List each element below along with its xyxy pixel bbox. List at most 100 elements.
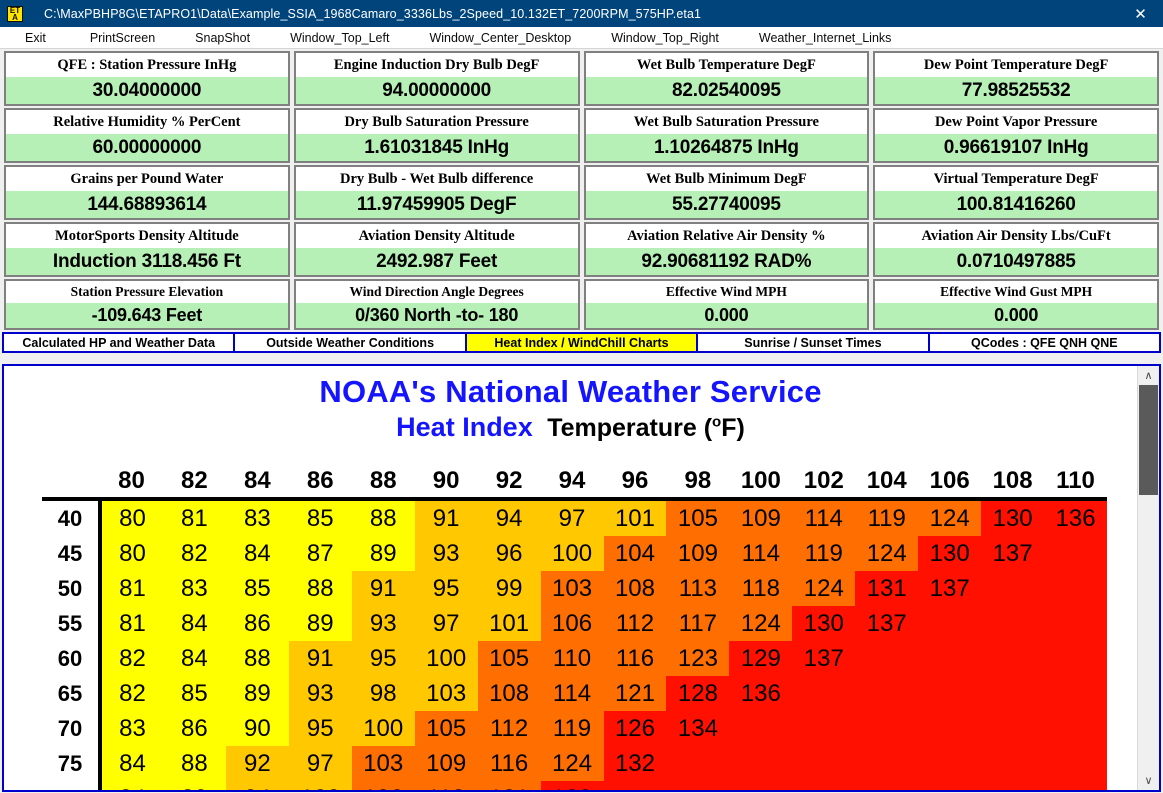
- column-header-temperature: 94: [540, 464, 604, 501]
- readout-value: 1.10264875 InHg: [585, 134, 868, 161]
- heat-index-cell: 81: [100, 606, 163, 641]
- heat-index-cell: 103: [351, 746, 415, 781]
- heat-index-cell: [855, 746, 919, 781]
- readout-engine-induction-dry-bulb: Engine Induction Dry Bulb DegF 94.000000…: [293, 51, 580, 106]
- readout-wind-direction-angle: Wind Direction Angle Degrees 0/360 North…: [293, 279, 580, 330]
- heat-index-header-row: 80 82 84 86 88 90 92 94 96 98 100 102 104 106 108 110: [42, 464, 1107, 501]
- heat-index-cell: 91: [414, 499, 478, 536]
- readout-label: Effective Wind MPH: [585, 281, 868, 303]
- heat-index-cell: 136: [729, 676, 793, 711]
- row-header-humidity: 50: [42, 571, 102, 606]
- heat-index-cell: [855, 711, 919, 746]
- menu-item-snapshot[interactable]: SnapShot: [195, 31, 250, 45]
- readout-label: Relative Humidity % PerCent: [6, 110, 288, 134]
- chart-subtitle-heat-index: Heat Index: [396, 412, 533, 442]
- menu-item-window-top-left[interactable]: Window_Top_Left: [290, 31, 389, 45]
- heat-index-cell: 105: [477, 641, 541, 676]
- heat-index-cell: 94: [477, 499, 541, 536]
- heat-index-cell: 126: [603, 711, 667, 746]
- readout-label: Aviation Air Density Lbs/CuFt: [875, 224, 1157, 248]
- readout-grains-per-pound-water: Grains per Pound Water 144.68893614: [4, 165, 290, 220]
- heat-index-row: 75 84 88 92 97 103 109 116 124 132: [42, 746, 1107, 781]
- heat-index-chart-panel: NOAA's National Weather Service Heat Ind…: [2, 364, 1161, 792]
- menu-item-weather-internet-links[interactable]: Weather_Internet_Links: [759, 31, 892, 45]
- heat-index-cell: [981, 641, 1045, 676]
- column-header-temperature: 90: [414, 464, 478, 501]
- heat-index-cell: [792, 746, 856, 781]
- heat-index-cell: [918, 641, 982, 676]
- heat-index-cell: 121: [603, 676, 667, 711]
- menu-item-window-top-right[interactable]: Window_Top_Right: [611, 31, 719, 45]
- close-icon[interactable]: ✕: [1118, 0, 1163, 27]
- heat-index-cell: [981, 571, 1045, 606]
- heat-index-row: 80848994100106113121129: [42, 781, 1107, 790]
- readout-row-4: MotorSports Density Altitude Induction 3…: [2, 222, 1161, 277]
- readout-value: 0.0710497885: [875, 248, 1157, 275]
- readout-aviation-density-altitude: Aviation Density Altitude 2492.987 Feet: [293, 222, 580, 277]
- heat-index-cell: 93: [288, 676, 352, 711]
- heat-index-cell: 119: [792, 536, 856, 571]
- vertical-scrollbar[interactable]: ∧ ∨: [1137, 366, 1159, 790]
- readout-aviation-relative-air-density: Aviation Relative Air Density % 92.90681…: [583, 222, 870, 277]
- readout-dew-point-vapor-pressure: Dew Point Vapor Pressure 0.96619107 InHg: [873, 108, 1159, 163]
- readout-value: 82.02540095: [585, 77, 868, 104]
- heat-index-cell: 84: [162, 606, 226, 641]
- heat-index-cell: 103: [414, 676, 478, 711]
- heat-index-cell: 129: [729, 641, 793, 676]
- heat-index-cell: 116: [603, 641, 667, 676]
- heat-index-cell: 88: [288, 571, 352, 606]
- readout-label: Station Pressure Elevation: [6, 281, 288, 303]
- title-bar: ET A C:\MaxPBHP8G\ETAPRO1\Data\Example_S…: [0, 0, 1163, 27]
- heat-index-cell: 124: [918, 499, 982, 536]
- row-header-humidity: 45: [42, 536, 102, 571]
- readout-value: 30.04000000: [6, 77, 288, 104]
- tab-outside-weather-conditions[interactable]: Outside Weather Conditions: [235, 334, 467, 351]
- heat-index-cell: [981, 606, 1045, 641]
- heat-index-cell: 97: [414, 606, 478, 641]
- application-window: ET A C:\MaxPBHP8G\ETAPRO1\Data\Example_S…: [0, 0, 1163, 793]
- scrollbar-track[interactable]: [1138, 385, 1159, 771]
- heat-index-cell: 87: [288, 536, 352, 571]
- chart-subtitle-temperature-tail: F): [721, 414, 745, 442]
- degree-superscript: o: [712, 413, 722, 431]
- heat-index-cell: [918, 606, 982, 641]
- menu-item-window-center-desktop[interactable]: Window_Center_Desktop: [429, 31, 571, 45]
- tab-strip: Calculated HP and Weather Data Outside W…: [2, 332, 1161, 353]
- readout-wet-bulb-saturation-pressure: Wet Bulb Saturation Pressure 1.10264875 …: [583, 108, 870, 163]
- readout-station-pressure: QFE : Station Pressure InHg 30.04000000: [4, 51, 290, 106]
- tab-calculated-hp-and-weather-data[interactable]: Calculated HP and Weather Data: [4, 334, 236, 351]
- readout-value: 0/360 North -to- 180: [295, 303, 578, 328]
- heat-index-cell: 137: [792, 641, 856, 676]
- menu-item-exit[interactable]: Exit: [25, 31, 46, 45]
- readout-virtual-temperature: Virtual Temperature DegF 100.81416260: [873, 165, 1159, 220]
- tab-heat-index-windchill-charts[interactable]: Heat Index / WindChill Charts: [466, 334, 699, 351]
- tab-sunrise-sunset-times[interactable]: Sunrise / Sunset Times: [698, 334, 930, 351]
- heat-index-cell: [1044, 781, 1107, 790]
- readout-value: -109.643 Feet: [6, 303, 288, 328]
- weather-readout-panel: QFE : Station Pressure InHg 30.04000000 …: [0, 49, 1163, 330]
- scrollbar-thumb[interactable]: [1139, 385, 1158, 495]
- readout-value: 0.000: [875, 303, 1157, 328]
- heat-index-cell: 132: [603, 746, 667, 781]
- heat-index-cell: 106: [351, 781, 415, 790]
- menu-item-printscreen[interactable]: PrintScreen: [90, 31, 155, 45]
- readout-value: 11.97459905 DegF: [295, 191, 578, 218]
- tab-qcodes[interactable]: QCodes : QFE QNH QNE: [929, 334, 1160, 351]
- heat-index-cell: 109: [729, 499, 793, 536]
- heat-index-cell: [981, 676, 1045, 711]
- readout-value: 0.000: [585, 303, 868, 328]
- heat-index-cell: 123: [666, 641, 730, 676]
- heat-index-cell: 95: [288, 711, 352, 746]
- readout-value: 144.68893614: [6, 191, 288, 218]
- heat-index-cell: [1044, 641, 1107, 676]
- scroll-up-arrow-icon[interactable]: ∧: [1138, 366, 1159, 385]
- heat-index-cell: 91: [288, 641, 352, 676]
- heat-index-cell: 108: [477, 676, 541, 711]
- readout-aviation-air-density: Aviation Air Density Lbs/CuFt 0.07104978…: [873, 222, 1159, 277]
- readout-value: 100.81416260: [875, 191, 1157, 218]
- readout-value: 2492.987 Feet: [295, 248, 578, 275]
- heat-index-table-container: 80 82 84 86 88 90 92 94 96 98 100 102 104 106 108 110 4…: [42, 464, 1137, 790]
- scroll-down-arrow-icon[interactable]: ∨: [1138, 771, 1159, 790]
- column-header-temperature: 86: [288, 464, 352, 501]
- heat-index-cell: 85: [162, 676, 226, 711]
